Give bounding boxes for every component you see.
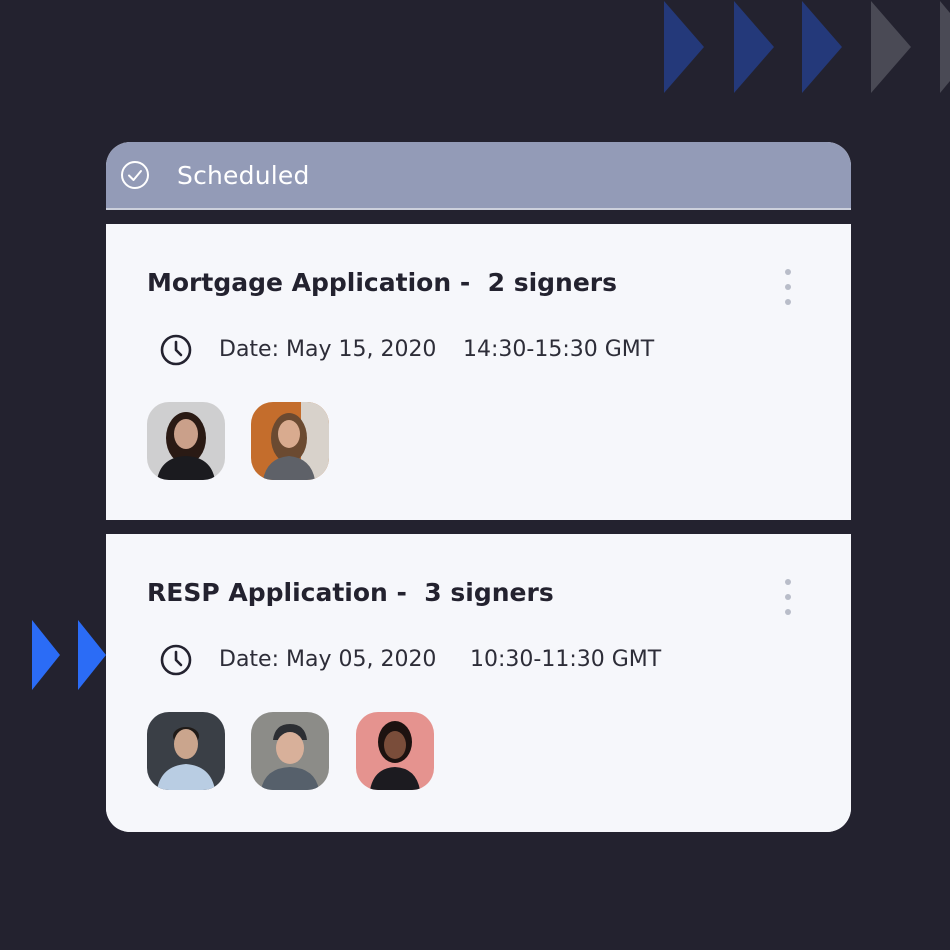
chevron-right-icon — [871, 1, 911, 93]
avatar[interactable] — [251, 402, 329, 480]
appointment-date: Date: May 05, 2020 — [219, 647, 437, 672]
appointment-date: Date: May 15, 2020 — [219, 337, 437, 362]
divider — [106, 210, 851, 224]
status-label: Scheduled — [177, 160, 310, 190]
more-options-icon[interactable] — [778, 579, 798, 615]
chevron-right-icon — [940, 1, 950, 93]
appointment-item[interactable]: Mortgage Application - 2 signers Date: M… — [106, 224, 851, 520]
chevron-right-icon — [32, 620, 60, 690]
divider — [106, 520, 851, 534]
appointment-item[interactable]: RESP Application - 3 signers Date: May 0… — [106, 534, 851, 832]
appointment-time: 10:30-11:30 GMT — [470, 647, 662, 672]
schedule-card: Scheduled Mortgage Application - 2 signe… — [106, 142, 851, 832]
avatar[interactable] — [147, 712, 225, 790]
appointment-title[interactable]: RESP Application - 3 signers — [147, 578, 554, 607]
chevron-right-icon — [78, 620, 106, 690]
avatar[interactable] — [147, 402, 225, 480]
chevron-right-icon — [802, 1, 842, 93]
check-circle-icon — [121, 161, 149, 189]
more-options-icon[interactable] — [778, 269, 798, 305]
avatar[interactable] — [356, 712, 434, 790]
appointment-title[interactable]: Mortgage Application - 2 signers — [147, 268, 617, 297]
appointment-time: 14:30-15:30 GMT — [463, 337, 655, 362]
status-header: Scheduled — [106, 142, 851, 210]
chevron-decoration-left — [32, 620, 106, 690]
chevron-right-icon — [664, 1, 704, 93]
clock-icon — [160, 644, 192, 676]
avatar[interactable] — [251, 712, 329, 790]
chevron-decoration-top — [664, 1, 950, 93]
clock-icon — [160, 334, 192, 366]
chevron-right-icon — [734, 1, 774, 93]
